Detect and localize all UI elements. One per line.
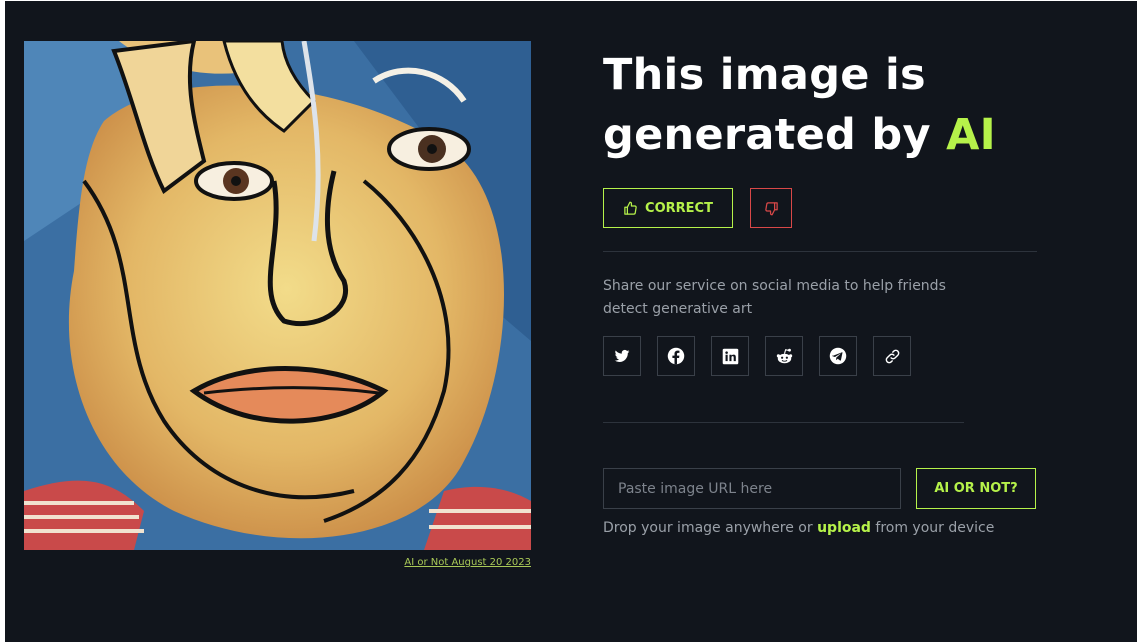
drop-instructions: Drop your image anywhere or upload from … (603, 518, 994, 538)
share-prompt: Share our service on social media to hel… (603, 278, 946, 317)
upload-link[interactable]: upload (817, 520, 871, 536)
headline-line-1: This image is (603, 50, 926, 100)
incorrect-button[interactable] (750, 188, 792, 228)
link-icon (885, 349, 899, 363)
correct-button-label: CORRECT (645, 200, 713, 216)
correct-button[interactable]: CORRECT (603, 188, 733, 228)
thumbs-down-icon (764, 201, 778, 215)
facebook-icon (667, 347, 685, 365)
headline-line-2: generated by (603, 110, 947, 160)
ai-or-not-button[interactable]: AI OR NOT? (916, 468, 1036, 509)
telegram-icon (829, 347, 847, 365)
result-headline: This image is generated by AI (603, 45, 996, 165)
headline-accent: AI (946, 110, 996, 160)
share-twitter-button[interactable] (603, 336, 641, 376)
image-caption-link[interactable]: AI or Not August 20 2023 (24, 557, 531, 568)
image-url-input[interactable] (603, 468, 901, 509)
thumbs-up-icon (624, 201, 637, 215)
twitter-icon (614, 349, 630, 362)
drop-text-prefix: Drop your image anywhere or (603, 520, 818, 536)
divider (603, 422, 964, 423)
divider (603, 251, 1037, 252)
share-reddit-button[interactable] (765, 336, 803, 376)
share-facebook-button[interactable] (657, 336, 695, 376)
drop-text-suffix: from your device (870, 520, 995, 536)
share-linkedin-button[interactable] (711, 336, 749, 376)
analyzed-image (24, 41, 531, 550)
result-page: AI or Not August 20 2023 This image is g… (5, 1, 1137, 642)
copy-link-button[interactable] (873, 336, 911, 376)
linkedin-icon (722, 348, 738, 364)
share-telegram-button[interactable] (819, 336, 857, 376)
reddit-icon (776, 348, 792, 363)
